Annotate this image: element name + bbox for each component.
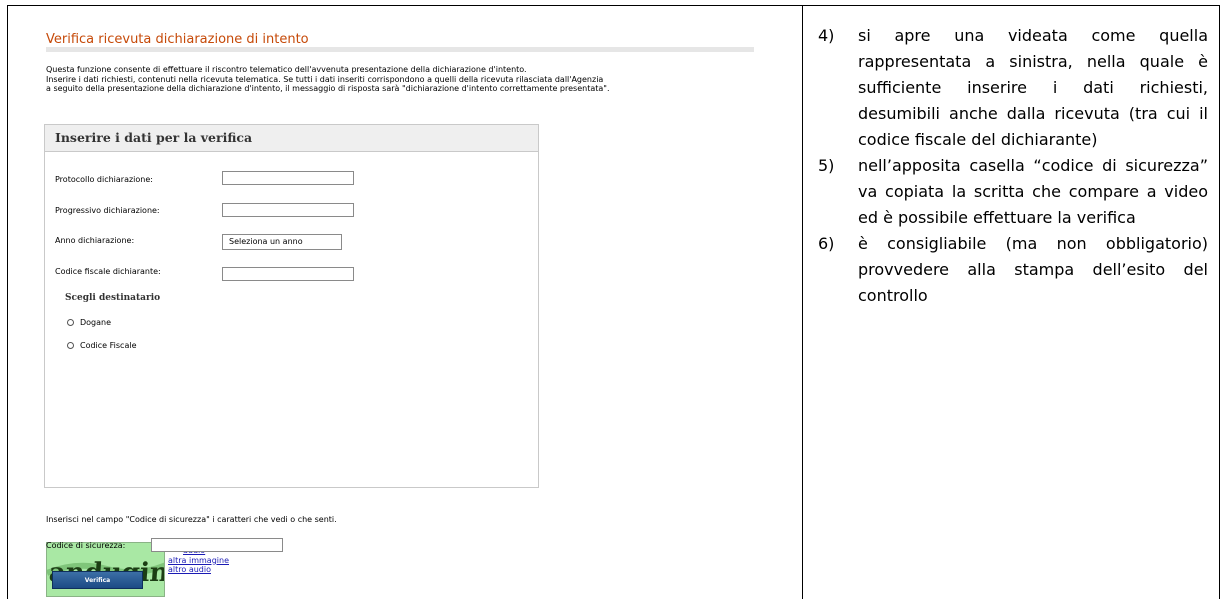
step-text: nell’apposita casella “codice di sicurez… [858,156,1208,227]
radio-dogane[interactable]: Dogane [67,318,111,327]
step-text: si apre una videata come quella rapprese… [858,26,1208,149]
altro-audio-link[interactable]: altro audio [168,565,229,575]
progressivo-input[interactable] [222,203,354,217]
progressivo-label: Progressivo dichiarazione: [55,206,160,215]
column-divider [802,5,803,599]
codice-fiscale-input[interactable] [222,267,354,281]
radio-dogane-label: Dogane [80,318,112,327]
form-header: Inserire i dati per la verifica [45,125,538,152]
radio-button[interactable] [67,342,74,349]
protocollo-label: Protocollo dichiarazione: [55,175,153,184]
anno-label: Anno dichiarazione: [55,236,135,245]
step-number: 6) [818,234,835,253]
radio-button[interactable] [67,319,74,326]
step-item: 5) nell’apposita casella “codice di sicu… [818,153,1208,231]
altra-immagine-link[interactable]: altra immagine [168,556,229,566]
intro-text: Questa funzione consente di effettuare i… [46,65,806,94]
radio-codice-fiscale-label: Codice Fiscale [80,341,137,350]
step-number: 4) [818,26,835,45]
codice-fiscale-label: Codice fiscale dichiarante: [55,267,161,276]
security-code-input[interactable] [151,538,283,552]
step-item: 4) si apre una videata come quella rappr… [818,23,1208,153]
intro-line: a seguito della presentazione della dich… [46,84,610,93]
intro-line: Inserire i dati richiesti, contenuti nel… [46,74,604,84]
security-instruction: Inserisci nel campo "Codice di sicurezza… [46,515,337,524]
anno-select[interactable]: Seleziona un anno [222,234,342,250]
verify-button[interactable]: Verifica [52,571,143,589]
step-number: 5) [818,156,835,175]
step-item: 6) è consigliabile (ma non obbligatorio)… [818,231,1208,309]
title-underline-bar [46,47,754,52]
step-text: è consigliabile (ma non obbligatorio) pr… [858,234,1208,305]
radio-codice-fiscale[interactable]: Codice Fiscale [67,341,137,350]
destinatario-heading: Scegli destinatario [65,293,161,303]
code-label: Codice di sicurezza: [46,541,126,550]
verification-form: Inserire i dati per la verifica Protocol… [44,124,539,488]
intro-line: Questa funzione consente di effettuare i… [46,65,527,74]
protocollo-input[interactable] [222,171,354,185]
instruction-steps: 4) si apre una videata come quella rappr… [818,23,1208,309]
